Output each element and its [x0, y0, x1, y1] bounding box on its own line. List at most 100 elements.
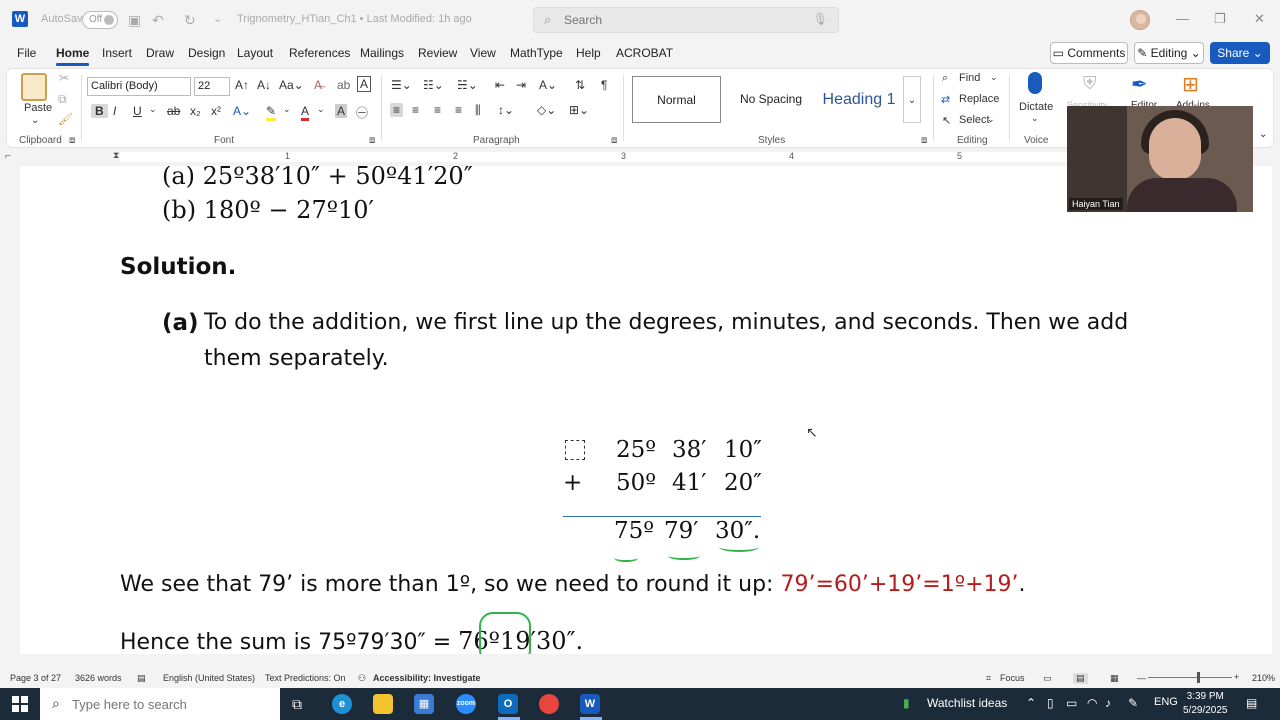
tab-draw[interactable]: Draw: [146, 46, 174, 60]
character-border-icon[interactable]: A: [357, 76, 372, 92]
borders-icon[interactable]: ⊞⌄: [569, 103, 589, 117]
chrome-icon[interactable]: [539, 694, 559, 714]
autosave-toggle[interactable]: Off: [82, 11, 118, 29]
outlook-icon[interactable]: O: [498, 694, 518, 714]
file-explorer-icon[interactable]: [373, 694, 393, 714]
editing-mode-button[interactable]: ✎ Editing ⌄: [1134, 42, 1204, 64]
select-chevron-icon[interactable]: ⌄: [987, 114, 995, 125]
justify-icon[interactable]: ≡: [455, 103, 462, 117]
show-formatting-icon[interactable]: ¶: [601, 78, 607, 92]
stock-chart-icon[interactable]: ▮: [903, 696, 910, 710]
document-title[interactable]: Trignometry_HTian_Ch1 • Last Modified: 1…: [237, 13, 472, 25]
indent-marker-icon[interactable]: ⧗: [113, 150, 119, 161]
dictate-chevron-icon[interactable]: ⌄: [1031, 113, 1039, 124]
paste-icon[interactable]: [21, 73, 47, 101]
maximize-icon[interactable]: ❐: [1214, 11, 1226, 27]
undo-icon[interactable]: ↶: [152, 12, 164, 29]
tab-selector-icon[interactable]: ⌐: [5, 151, 11, 162]
numbering-icon[interactable]: ☷⌄: [423, 78, 444, 92]
editor-icon[interactable]: ✒: [1131, 72, 1148, 97]
style-no-spacing[interactable]: No Spacing: [727, 76, 815, 123]
customize-chevron-icon[interactable]: ⌄: [213, 12, 222, 25]
style-heading-1[interactable]: Heading 1: [815, 76, 903, 123]
accessibility-status[interactable]: Accessibility: Investigate: [373, 673, 481, 683]
account-avatar[interactable]: [1130, 10, 1150, 30]
taskbar-search-box[interactable]: ⌕: [40, 688, 280, 720]
clear-formatting-icon[interactable]: A̶: [314, 78, 322, 92]
strikethrough-icon[interactable]: ab: [167, 104, 180, 118]
styles-launcher-icon[interactable]: ⧈: [921, 135, 927, 146]
cut-icon[interactable]: ✂: [59, 71, 69, 85]
style-normal[interactable]: Normal: [632, 76, 721, 123]
character-shading-icon[interactable]: A: [335, 104, 348, 118]
tray-mic-icon[interactable]: ▯: [1047, 696, 1054, 710]
share-button[interactable]: Share ⌄: [1210, 42, 1270, 64]
font-color-icon[interactable]: A: [301, 104, 310, 121]
document-page[interactable]: (a) 25º38′10″ + 50º41′20″ (b) 180º − 27º…: [20, 166, 1272, 654]
clock[interactable]: 3:39 PM 5/29/2025: [1183, 690, 1228, 718]
italic-icon[interactable]: I: [113, 104, 116, 118]
sensitivity-icon[interactable]: ⛨: [1083, 73, 1097, 94]
shading-icon[interactable]: ◇⌄: [537, 103, 556, 117]
tab-file[interactable]: File: [17, 46, 36, 60]
widgets-label[interactable]: Watchlist ideas: [927, 696, 1007, 710]
taskbar-search-input[interactable]: [72, 695, 272, 713]
bold-icon[interactable]: B: [91, 104, 108, 118]
subscript-icon[interactable]: x₂: [190, 104, 201, 118]
zoom-slider[interactable]: [1148, 677, 1232, 678]
tab-references[interactable]: References: [289, 46, 350, 60]
battery-icon[interactable]: ▭: [1066, 696, 1077, 710]
tab-help[interactable]: Help: [576, 46, 601, 60]
redo-icon[interactable]: ↻: [184, 12, 196, 29]
page-count[interactable]: Page 3 of 27: [10, 673, 61, 683]
sort-icon[interactable]: ⇅: [575, 78, 585, 92]
shrink-font-icon[interactable]: A↓: [257, 78, 271, 92]
paragraph-launcher-icon[interactable]: ⧈: [611, 135, 617, 146]
align-right-icon[interactable]: ≡: [434, 103, 441, 117]
proofing-icon[interactable]: ▤: [137, 673, 146, 684]
tab-acrobat[interactable]: ACROBAT: [616, 46, 673, 60]
word-count[interactable]: 3626 words: [75, 673, 122, 683]
language-status[interactable]: English (United States): [163, 673, 255, 683]
zoom-app-icon[interactable]: zoom: [456, 694, 476, 714]
task-view-icon[interactable]: ⧉: [292, 696, 302, 713]
pen-icon[interactable]: ✎: [1128, 696, 1138, 710]
select-icon[interactable]: ↖: [942, 114, 951, 127]
video-call-thumbnail[interactable]: Haiyan Tian: [1067, 106, 1253, 212]
microphone-icon[interactable]: [1028, 72, 1042, 94]
asian-layout-icon[interactable]: A⌄: [539, 78, 557, 92]
input-language[interactable]: ENG: [1154, 696, 1178, 708]
tray-chevron-icon[interactable]: ⌃: [1026, 696, 1036, 710]
zoom-slider-thumb[interactable]: [1197, 672, 1200, 683]
bullets-icon[interactable]: ☰⌄: [391, 78, 412, 92]
math-placeholder-box[interactable]: [565, 440, 585, 460]
replace-label[interactable]: Replace: [959, 93, 999, 105]
edge-icon[interactable]: e: [332, 694, 352, 714]
underline-icon[interactable]: U: [133, 104, 142, 118]
superscript-icon[interactable]: x²: [211, 104, 221, 118]
minimize-icon[interactable]: —: [1176, 11, 1189, 26]
text-predictions-status[interactable]: Text Predictions: On: [265, 673, 346, 683]
change-case-icon[interactable]: Aa⌄: [279, 78, 304, 92]
tab-design[interactable]: Design: [188, 46, 225, 60]
print-layout-icon[interactable]: ▤: [1073, 673, 1088, 684]
align-left-icon[interactable]: ≡: [390, 103, 404, 117]
ribbon-collapse-icon[interactable]: ⌄: [1259, 129, 1267, 140]
find-icon[interactable]: ⌕: [942, 72, 948, 85]
notification-icon[interactable]: ▤: [1246, 696, 1257, 710]
line-spacing-icon[interactable]: ↕⌄: [498, 103, 514, 117]
tab-mathtype[interactable]: MathType: [510, 46, 563, 60]
align-center-icon[interactable]: ≡: [412, 103, 419, 117]
text-effects-icon[interactable]: A⌄: [233, 104, 251, 118]
clipboard-launcher-icon[interactable]: ⧈: [69, 135, 75, 146]
font-size-box[interactable]: 22: [194, 77, 230, 96]
grow-font-icon[interactable]: A↑: [235, 78, 249, 92]
focus-label[interactable]: Focus: [1000, 673, 1025, 683]
save-icon[interactable]: ▣: [128, 12, 141, 29]
distributed-icon[interactable]: ⫼: [475, 103, 481, 118]
add-ins-icon[interactable]: ⊞: [1182, 72, 1199, 97]
enclose-characters-icon[interactable]: ㊀: [356, 104, 368, 121]
tab-review[interactable]: Review: [418, 46, 457, 60]
windows-start-icon[interactable]: [12, 696, 28, 712]
find-chevron-icon[interactable]: ⌄: [990, 72, 998, 83]
